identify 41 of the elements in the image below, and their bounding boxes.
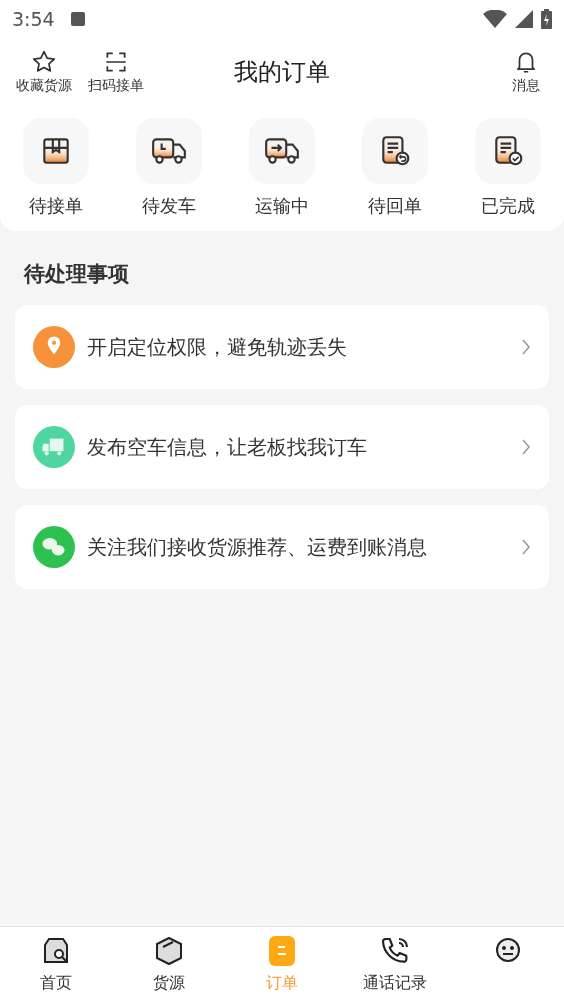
messages-button[interactable]: 消息 bbox=[512, 48, 540, 96]
order-state-button[interactable]: 运输中 bbox=[225, 118, 339, 219]
tab-bar-item[interactable]: 货源 bbox=[112, 927, 226, 1004]
todo-card[interactable]: 关注我们接收货源推荐、运费到账消息 bbox=[15, 504, 549, 589]
state-label: 待回单 bbox=[367, 194, 422, 218]
action-label: 收藏货源 bbox=[16, 75, 72, 95]
todo-card[interactable]: 开启定位权限，避免轨迹丢失 bbox=[15, 304, 549, 389]
tab-label: 货源 bbox=[153, 972, 186, 994]
tab-label: 首页 bbox=[40, 972, 73, 994]
wifi-icon bbox=[483, 10, 507, 28]
action-label: 扫码接单 bbox=[88, 75, 144, 95]
chevron-right-icon bbox=[521, 437, 531, 456]
order-state-button[interactable]: 待回单 bbox=[338, 118, 452, 219]
tab-bar-item[interactable]: 通话记录 bbox=[338, 927, 452, 1004]
order-state-button[interactable]: 待接单 bbox=[0, 118, 113, 219]
order-state-button[interactable]: 已完成 bbox=[451, 118, 564, 219]
chevron-right-icon bbox=[521, 537, 531, 556]
tab-label: 通话记录 bbox=[362, 972, 427, 994]
chevron-right-icon bbox=[521, 337, 531, 356]
header-action[interactable]: 收藏货源 bbox=[12, 48, 76, 96]
state-label: 已完成 bbox=[480, 194, 535, 218]
header-action[interactable]: 扫码接单 bbox=[84, 48, 148, 96]
todo-text: 发布空车信息，让老板找我订车 bbox=[87, 433, 368, 461]
state-label: 运输中 bbox=[255, 194, 309, 218]
todo-card[interactable]: 发布空车信息，让老板找我订车 bbox=[15, 404, 549, 489]
page-title: 我的订单 bbox=[234, 57, 330, 88]
star-icon bbox=[31, 48, 57, 75]
tab-bar-item[interactable]: 首页 bbox=[0, 927, 113, 1004]
order-icon bbox=[268, 935, 296, 967]
signal-icon bbox=[515, 10, 533, 28]
keyboard-icon bbox=[70, 12, 85, 26]
order-state-button[interactable]: 待发车 bbox=[112, 118, 226, 219]
section-title: 待处理事项 bbox=[24, 261, 130, 288]
battery-icon bbox=[541, 9, 552, 29]
todo-text: 开启定位权限，避免轨迹丢失 bbox=[87, 333, 348, 361]
tab-label: 订单 bbox=[266, 972, 298, 994]
state-label: 待接单 bbox=[29, 194, 84, 218]
status-time: 3:54 bbox=[12, 6, 55, 32]
action-label: 消息 bbox=[512, 75, 540, 95]
state-label: 待发车 bbox=[142, 194, 197, 218]
todo-text: 关注我们接收货源推荐、运费到账消息 bbox=[87, 533, 428, 561]
